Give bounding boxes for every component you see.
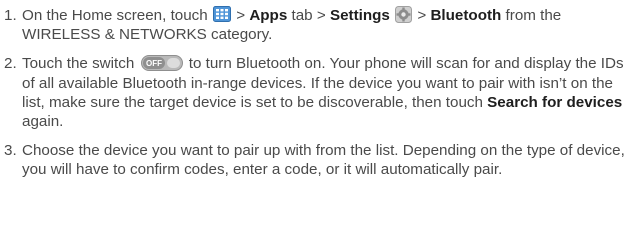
search-for-devices-label: Search for devices [487,93,623,111]
step-1: 1. On the Home screen, touch > Apps tab … [0,6,635,44]
step-number: 2. [4,55,17,73]
apps-label: Apps [249,7,288,24]
step-3-text: Choose the device you want to pair up wi… [22,142,625,179]
step-number: 3. [4,142,17,160]
switch-off-text: OFF [146,59,162,68]
apps-grid-icon [212,6,231,22]
bluetooth-label: Bluetooth [430,7,502,24]
settings-gear-icon [395,6,413,23]
toggle-switch-icon: OFF [140,55,183,72]
step-3: 3. Choose the device you want to pair up… [0,141,635,179]
settings-label: Settings [329,7,390,24]
separator-arrow: > [417,7,427,24]
step-2-text-start: Touch the switch [22,55,135,73]
instruction-steps: 1. On the Home screen, touch > Apps tab … [0,0,635,180]
tab-text: tab > [291,7,326,24]
step-1-text-start: On the Home screen, touch [22,7,208,24]
step-number: 1. [4,7,17,24]
step-2: 2. Touch the switch OFF to turn Bluetoot… [0,54,635,131]
separator-arrow: > [236,7,246,24]
step-2-text-end: again. [22,113,64,131]
